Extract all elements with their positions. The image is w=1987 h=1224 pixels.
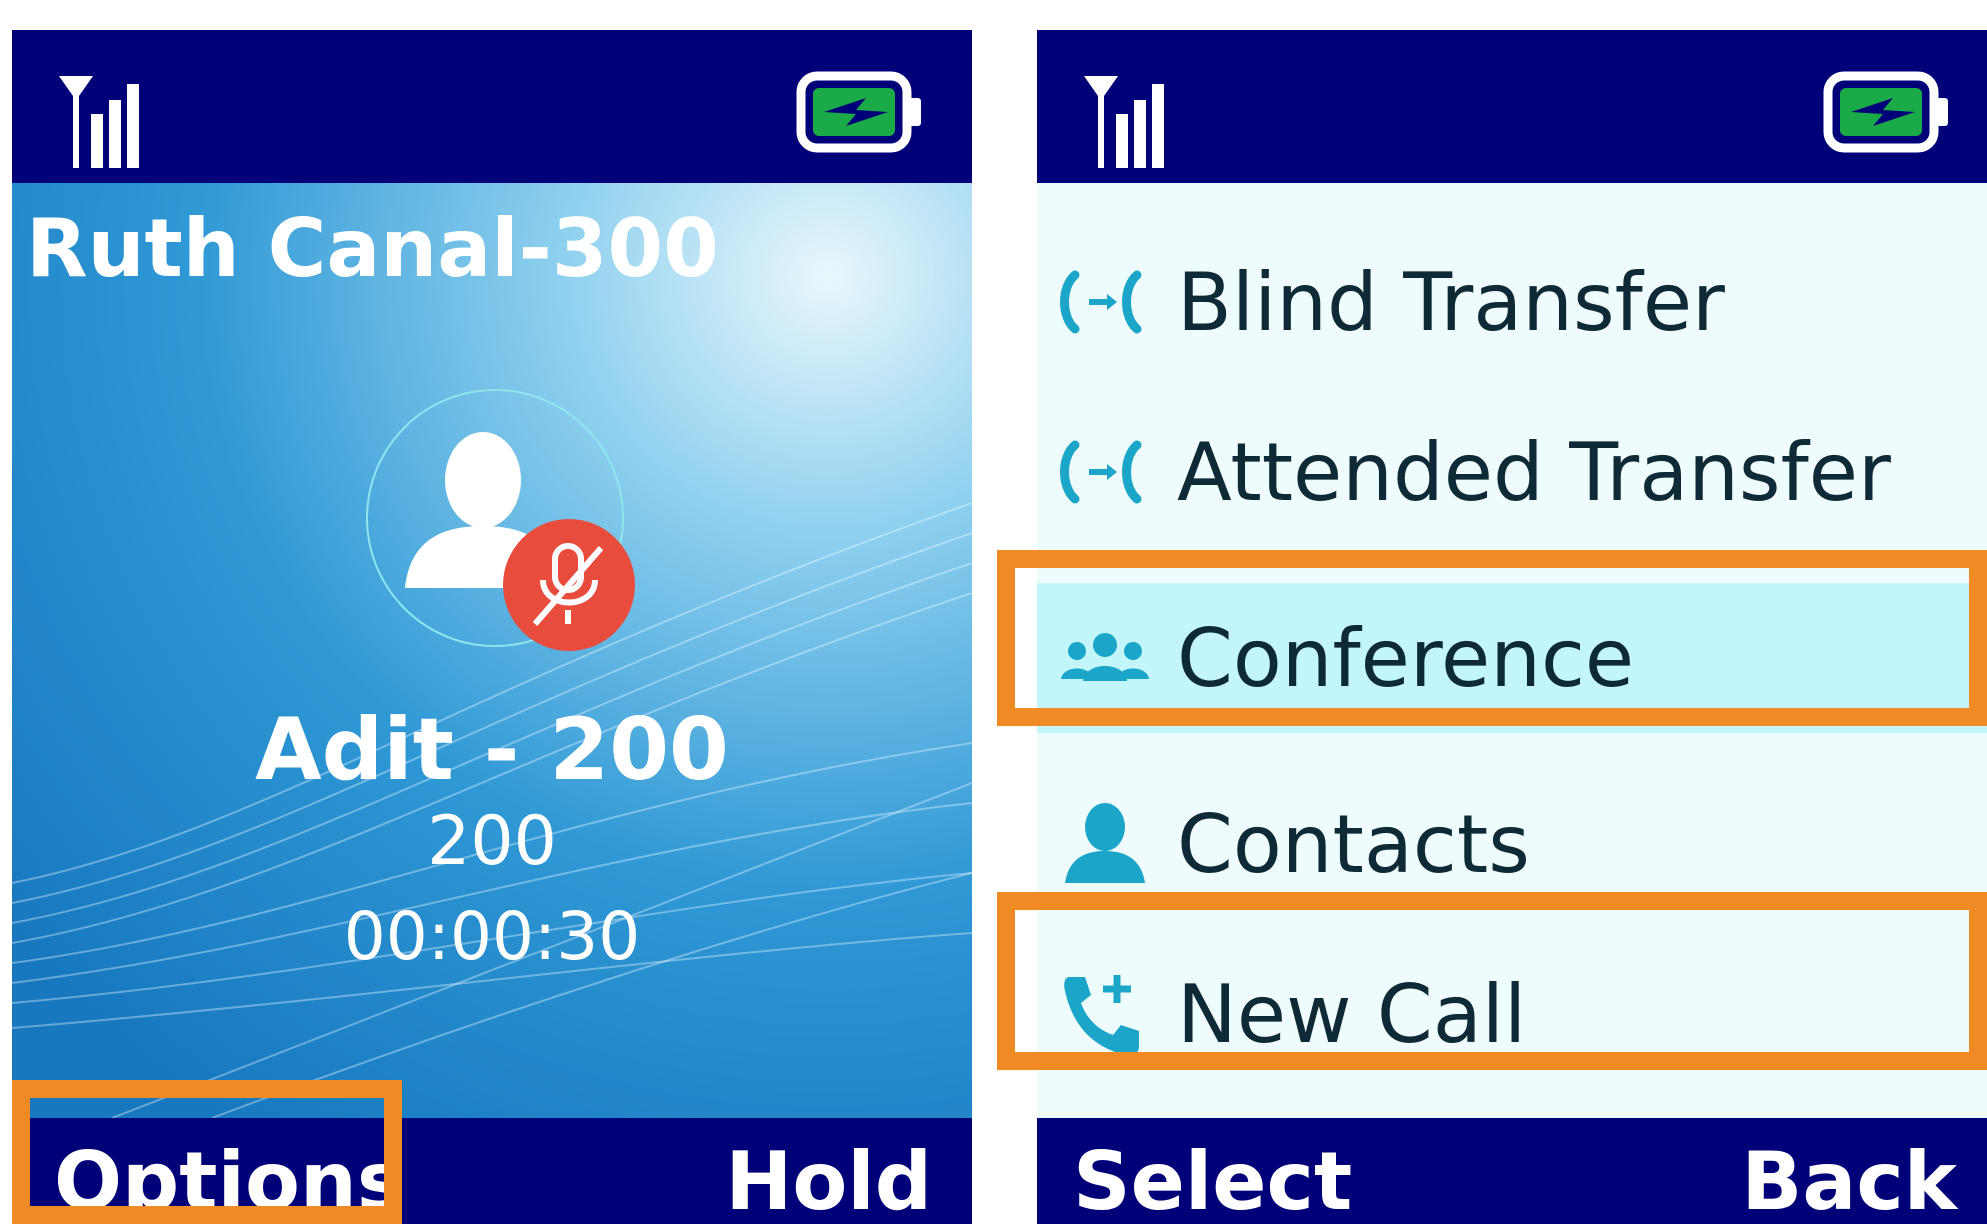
call-transfer-icon <box>1060 270 1142 334</box>
select-softkey[interactable]: Select <box>1073 1142 1352 1222</box>
person-icon <box>1065 803 1145 883</box>
mic-muted-icon <box>503 519 635 651</box>
new-call-highlight <box>997 892 1987 1070</box>
battery-charging-icon <box>1823 71 1948 153</box>
conference-highlight <box>997 550 1987 726</box>
menu-item-label: Blind Transfer <box>1177 255 1725 349</box>
hold-softkey[interactable]: Hold <box>725 1142 932 1222</box>
signal-strength-icon <box>59 76 139 168</box>
caller-title: Ruth Canal-300 <box>26 202 719 295</box>
menu-item-label: Attended Transfer <box>1177 425 1891 519</box>
menu-item-blind-transfer[interactable]: Blind Transfer <box>1037 227 1987 377</box>
back-softkey[interactable]: Back <box>1741 1142 1957 1222</box>
softkey-bar: Select Back <box>1037 1118 1987 1224</box>
call-timer: 00:00:30 <box>343 898 641 975</box>
call-transfer-icon <box>1060 440 1142 504</box>
options-softkey-highlight <box>12 1080 402 1224</box>
battery-charging-icon <box>796 71 921 153</box>
status-bar <box>12 30 972 183</box>
menu-item-attended-transfer[interactable]: Attended Transfer <box>1037 397 1987 547</box>
contact-name: Adit - 200 <box>255 700 729 800</box>
contact-avatar <box>366 389 635 651</box>
signal-strength-icon <box>1084 76 1164 168</box>
call-screen: Ruth Canal-300 Adit - 200 200 00:00:30 O… <box>12 30 972 1224</box>
contact-number: 200 <box>427 802 557 881</box>
status-bar <box>1037 30 1987 183</box>
menu-item-label: Contacts <box>1177 797 1530 891</box>
